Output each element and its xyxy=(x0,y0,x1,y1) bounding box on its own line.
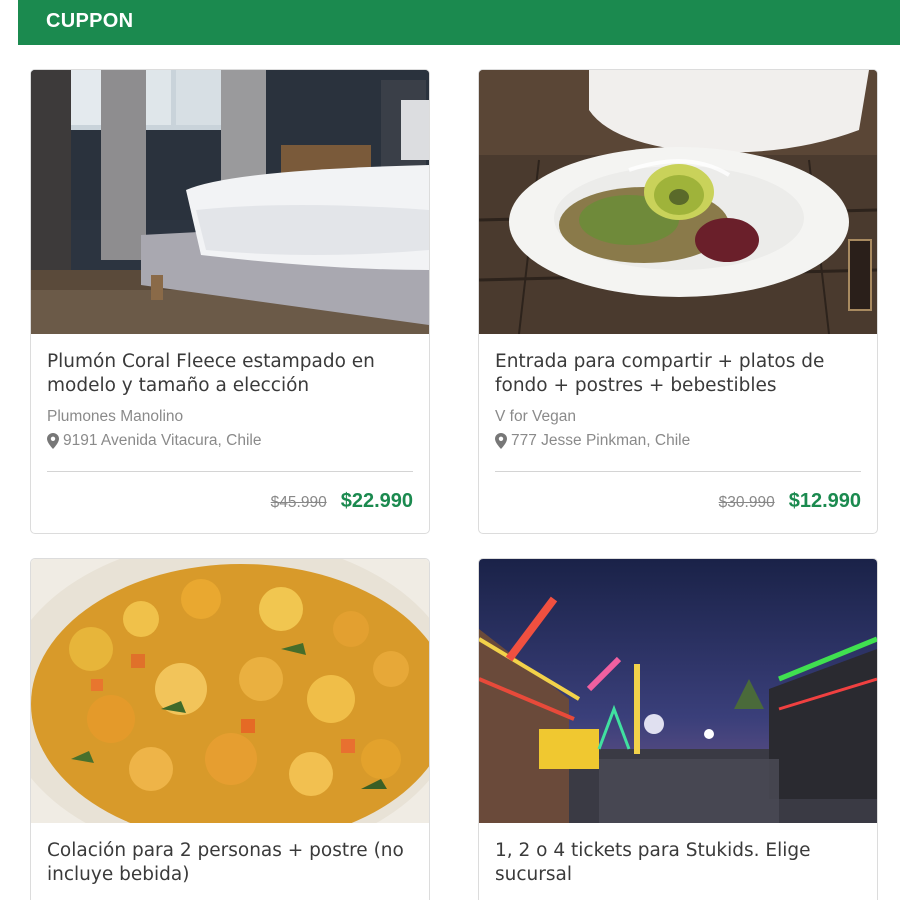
deal-address: 777 Jesse Pinkman, Chile xyxy=(495,431,861,451)
price-row: $45.990 $22.990 xyxy=(47,490,413,513)
deal-image-vegetable-stew[interactable] xyxy=(31,559,429,823)
deal-card[interactable]: Colación para 2 personas + postre (no in… xyxy=(30,558,430,900)
deal-image-bedroom[interactable] xyxy=(31,70,429,334)
discount-price: $12.990 xyxy=(788,490,861,512)
merchant-name: Plumones Manolino xyxy=(47,408,184,425)
map-pin-icon xyxy=(495,433,507,449)
original-price: $45.990 xyxy=(270,494,327,511)
original-price: $30.990 xyxy=(718,494,775,511)
deal-card[interactable]: Entrada para compartir + platos de fondo… xyxy=(478,69,878,534)
deal-image-vegan-salad[interactable] xyxy=(479,70,877,334)
discount-price: $22.990 xyxy=(340,490,413,512)
deal-image-night-fair[interactable] xyxy=(479,559,877,823)
deal-card[interactable]: Plumón Coral Fleece estampado en modelo … xyxy=(30,69,430,534)
address-text: 9191 Avenida Vitacura, Chile xyxy=(63,432,262,449)
deal-title[interactable]: 1, 2 o 4 tickets para Stukids. Elige suc… xyxy=(495,839,861,887)
brand-logo[interactable]: CUPPON xyxy=(46,10,133,33)
deal-title[interactable]: Plumón Coral Fleece estampado en modelo … xyxy=(47,350,413,398)
deal-title[interactable]: Entrada para compartir + platos de fondo… xyxy=(495,350,861,398)
map-pin-icon xyxy=(47,433,59,449)
address-text: 777 Jesse Pinkman, Chile xyxy=(511,432,691,449)
header-bar: CUPPON xyxy=(18,0,900,45)
deal-card[interactable]: 1, 2 o 4 tickets para Stukids. Elige suc… xyxy=(478,558,878,900)
merchant-name: V for Vegan xyxy=(495,408,577,425)
deal-address: 9191 Avenida Vitacura, Chile xyxy=(47,431,413,451)
divider xyxy=(495,471,861,472)
deal-title[interactable]: Colación para 2 personas + postre (no in… xyxy=(47,839,413,887)
divider xyxy=(47,471,413,472)
price-row: $30.990 $12.990 xyxy=(495,490,861,513)
